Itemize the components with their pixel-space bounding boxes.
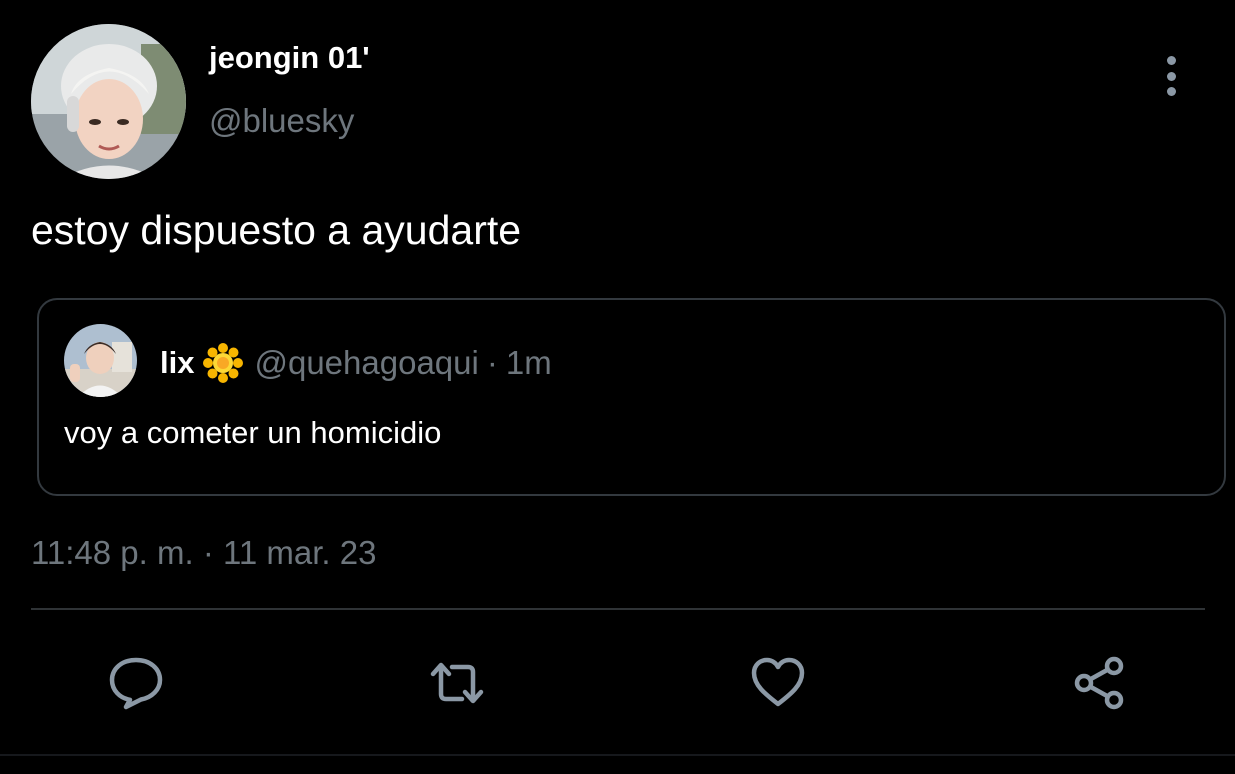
reply-icon	[109, 657, 163, 710]
post-timestamp: 11:48 p. m. · 11 mar. 23	[31, 534, 377, 571]
quoted-author-handle[interactable]: @quehagoaqui	[254, 344, 478, 382]
quoted-post-time: 1m	[505, 344, 552, 381]
quoted-author-avatar-image	[64, 324, 137, 397]
heart-icon	[751, 657, 805, 707]
author-avatar-image	[31, 24, 186, 179]
author-handle[interactable]: @bluesky	[209, 102, 354, 140]
quoted-post-text: voy a cometer un homicidio	[64, 415, 442, 450]
quoted-author-display-name[interactable]: lix	[160, 345, 194, 381]
like-button[interactable]	[748, 653, 808, 713]
separator-dot: ·	[486, 344, 498, 381]
post-container: jeongin 01' @bluesky estoy dispuesto a a…	[0, 0, 1235, 774]
share-button[interactable]	[1070, 653, 1130, 713]
more-vertical-icon	[1166, 56, 1176, 65]
quoted-post-header: lix @quehagoaqui · 1m	[160, 342, 552, 384]
repost-button[interactable]	[427, 653, 487, 713]
bottom-divider	[0, 754, 1235, 756]
more-vertical-icon-dot	[1166, 87, 1176, 96]
sun-flower-icon	[202, 342, 244, 384]
post-text: estoy dispuesto a ayudarte	[31, 207, 522, 253]
author-avatar[interactable]	[31, 24, 186, 179]
author-display-name[interactable]: jeongin 01'	[209, 40, 370, 76]
share-icon	[1074, 656, 1124, 710]
more-vertical-icon-dot	[1166, 71, 1176, 81]
quoted-post-card[interactable]: lix @quehagoaqui · 1m voy a cometer un h…	[37, 298, 1226, 496]
more-options-button[interactable]	[1152, 52, 1190, 100]
reply-button[interactable]	[106, 653, 166, 713]
quoted-author-avatar[interactable]	[64, 324, 137, 397]
divider	[31, 608, 1205, 610]
repost-icon	[430, 662, 484, 704]
